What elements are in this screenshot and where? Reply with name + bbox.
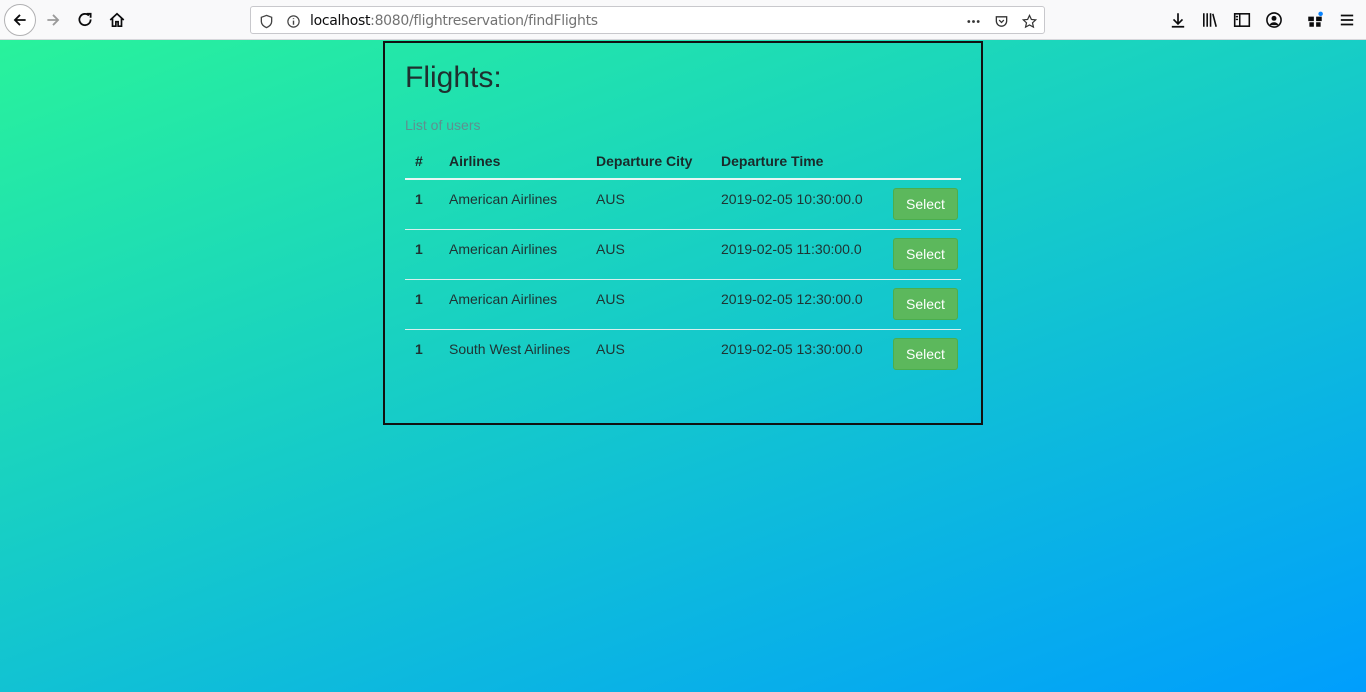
shield-icon[interactable] (257, 12, 275, 30)
url-path: :8080/flightreservation/findFlights (370, 13, 598, 29)
flight-departure-city: AUS (596, 340, 625, 357)
flight-airline: South West Airlines (449, 340, 571, 357)
bookmark-star-icon[interactable] (1020, 12, 1038, 30)
extensions-button[interactable] (1300, 5, 1330, 35)
menu-button[interactable] (1332, 5, 1362, 35)
back-button[interactable] (4, 4, 36, 36)
table-row: 1 American Airlines AUS 2019-02-05 10:30… (405, 179, 961, 230)
table-row: 1 American Airlines AUS 2019-02-05 11:30… (405, 229, 961, 280)
sidebar-button[interactable] (1227, 5, 1257, 35)
column-header-number: # (405, 144, 439, 180)
flight-action-cell: Select (883, 279, 961, 330)
select-button[interactable]: Select (893, 287, 958, 320)
column-header-departure-time: Departure Time (711, 144, 883, 180)
flight-departure-city: AUS (586, 229, 711, 280)
forward-button[interactable] (38, 5, 68, 35)
flights-table: # Airlines Departure City Departure Time… (405, 144, 961, 379)
account-button[interactable] (1259, 5, 1289, 35)
table-row: 1 American Airlines AUS 2019-02-05 12:30… (405, 279, 961, 330)
table-caption: List of users (405, 117, 481, 133)
flight-departure-time: 2019-02-05 13:30:00.0 (721, 340, 863, 357)
back-arrow-icon (13, 14, 26, 26)
table-row: 1 South West Airlines AUS 2019-02-05 13:… (405, 329, 961, 379)
column-header-action (883, 144, 961, 180)
flight-number: 1 (405, 179, 439, 230)
downloads-button[interactable] (1163, 5, 1193, 35)
url-text[interactable]: localhost:8080/flightreservation/findFli… (310, 13, 598, 29)
flight-departure-time: 2019-02-05 10:30:00.0 (711, 179, 883, 230)
library-button[interactable] (1195, 5, 1225, 35)
flight-action-cell: Select (883, 229, 961, 280)
flight-departure-city: AUS (586, 279, 711, 330)
table-header-row: # Airlines Departure City Departure Time (405, 144, 961, 180)
home-button[interactable] (102, 5, 132, 35)
page-title: Flights: (405, 61, 502, 94)
account-icon (1266, 12, 1282, 28)
flight-departure-time: 2019-02-05 12:30:00.0 (711, 279, 883, 330)
url-host: localhost (310, 13, 371, 29)
more-actions-icon[interactable] (964, 12, 982, 30)
library-icon (1203, 13, 1217, 27)
select-button[interactable]: Select (893, 188, 958, 220)
reload-icon (78, 12, 92, 26)
flight-departure-time: 2019-02-05 11:30:00.0 (711, 229, 883, 280)
flight-number: 1 (415, 340, 423, 357)
select-button[interactable]: Select (893, 337, 958, 370)
flight-number: 1 (405, 279, 439, 330)
extensions-icon (1308, 11, 1323, 27)
column-header-departure-city: Departure City (586, 144, 711, 180)
download-icon (1171, 13, 1185, 28)
reload-button[interactable] (70, 5, 100, 35)
sidebar-icon (1233, 13, 1251, 27)
home-icon (109, 12, 125, 28)
url-bar[interactable]: localhost:8080/flightreservation/findFli… (250, 6, 1045, 34)
forward-arrow-icon (47, 14, 60, 26)
flights-panel: Flights: List of users # Airlines Depart… (383, 41, 983, 425)
column-header-airlines: Airlines (439, 144, 586, 180)
select-button[interactable]: Select (893, 237, 958, 270)
flight-airline: American Airlines (439, 179, 586, 230)
info-icon[interactable] (284, 12, 302, 30)
flight-number: 1 (405, 229, 439, 280)
hamburger-menu-icon (1340, 14, 1354, 26)
flight-departure-city: AUS (586, 179, 711, 230)
flight-airline: American Airlines (439, 279, 586, 330)
browser-toolbar: localhost:8080/flightreservation/findFli… (0, 0, 1366, 40)
flight-action-cell: Select (883, 179, 961, 230)
flight-airline: American Airlines (439, 229, 586, 280)
pocket-icon[interactable] (992, 12, 1010, 30)
flight-action-cell: Select (883, 329, 961, 379)
